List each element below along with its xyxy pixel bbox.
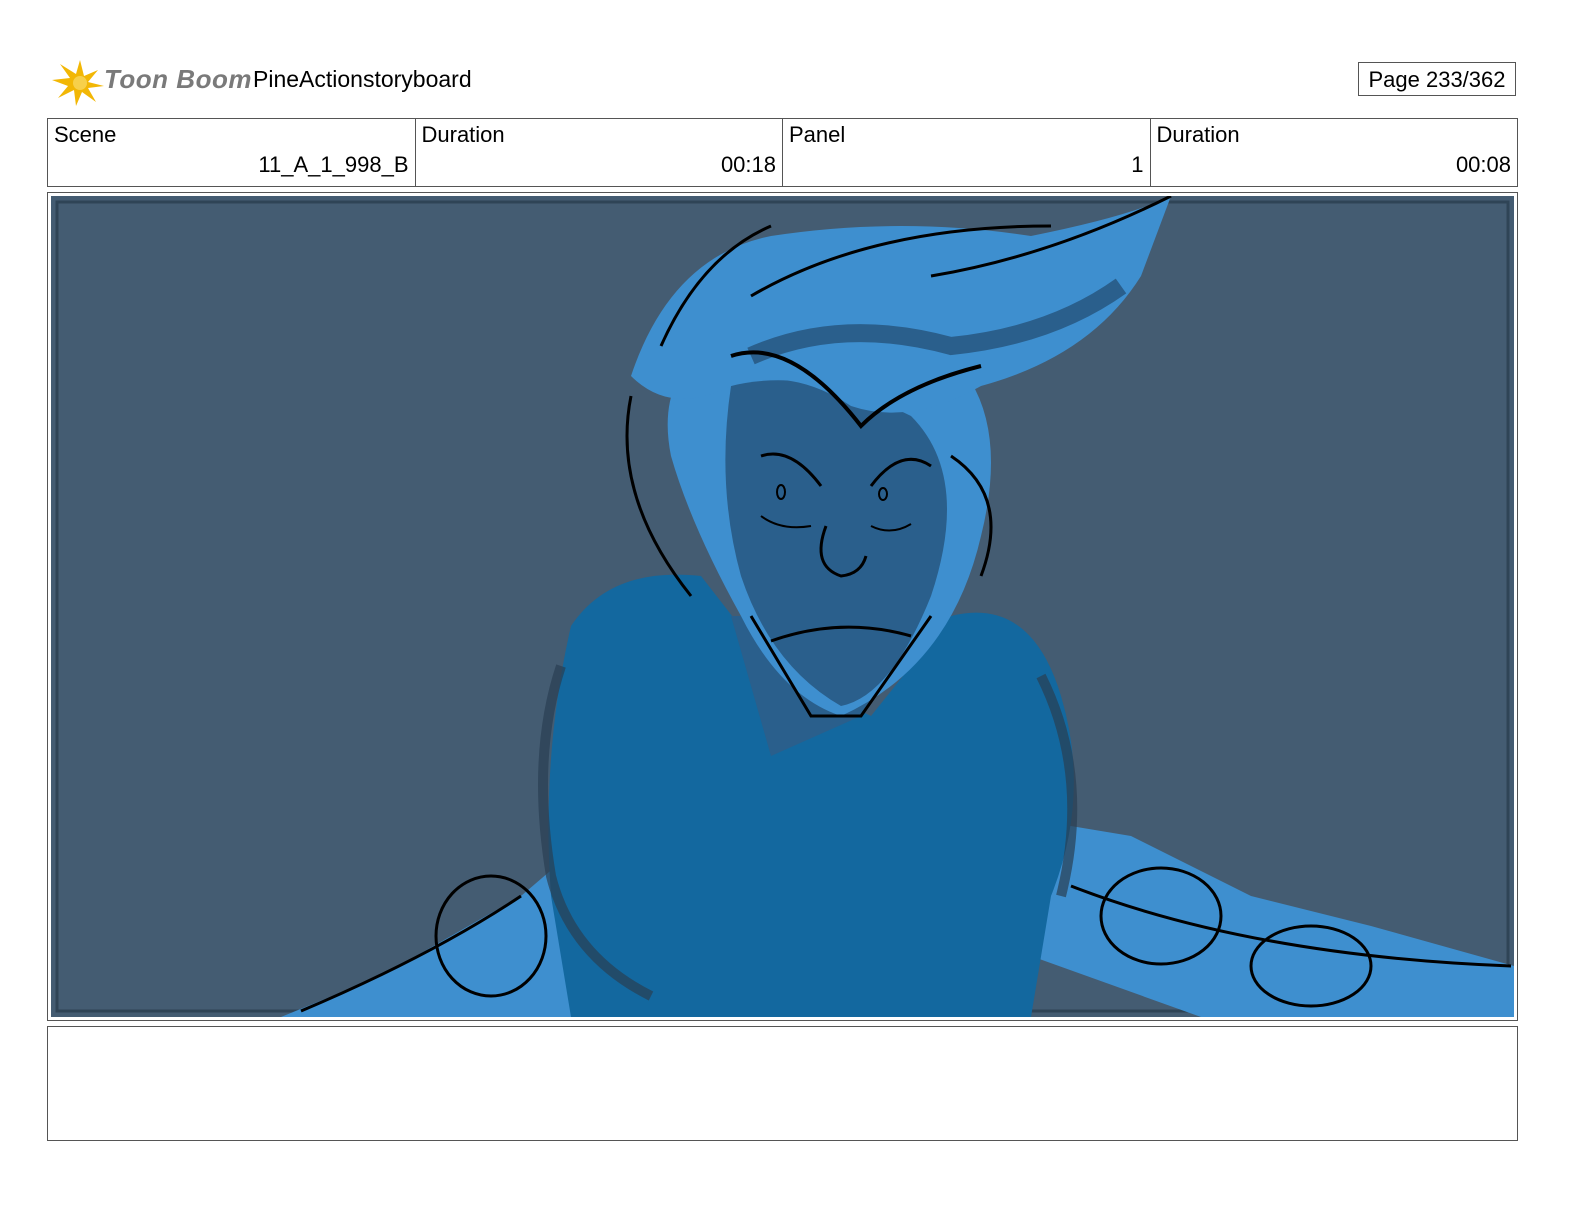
panel-label: Panel (789, 122, 846, 147)
page-indicator: Page 233/362 (1358, 62, 1516, 96)
scene-label: Scene (54, 122, 117, 147)
panel-notes-box (47, 1026, 1518, 1141)
panel-info-table: Scene 11_A_1_998_B Duration 00:18 Panel … (47, 118, 1518, 187)
scene-cell: Scene 11_A_1_998_B (48, 119, 416, 186)
storyboard-panel (47, 192, 1518, 1021)
scene-duration-value: 00:18 (720, 152, 776, 177)
scene-value: 11_A_1_998_B (258, 152, 409, 177)
panel-duration-value: 00:08 (1455, 152, 1511, 177)
panel-cell: Panel 1 (783, 119, 1151, 186)
panel-duration-label: Duration (1156, 122, 1240, 147)
scene-duration-cell: Duration 00:18 (416, 119, 783, 186)
storyboard-sketch-image (51, 196, 1514, 1017)
project-title: PineActionstoryboard (253, 66, 472, 92)
panel-duration-cell: Duration 00:08 (1151, 119, 1518, 186)
panel-value: 1 (1131, 152, 1144, 177)
logo-wordmark: Toon Boom (104, 64, 252, 94)
scene-duration-label: Duration (421, 122, 505, 147)
